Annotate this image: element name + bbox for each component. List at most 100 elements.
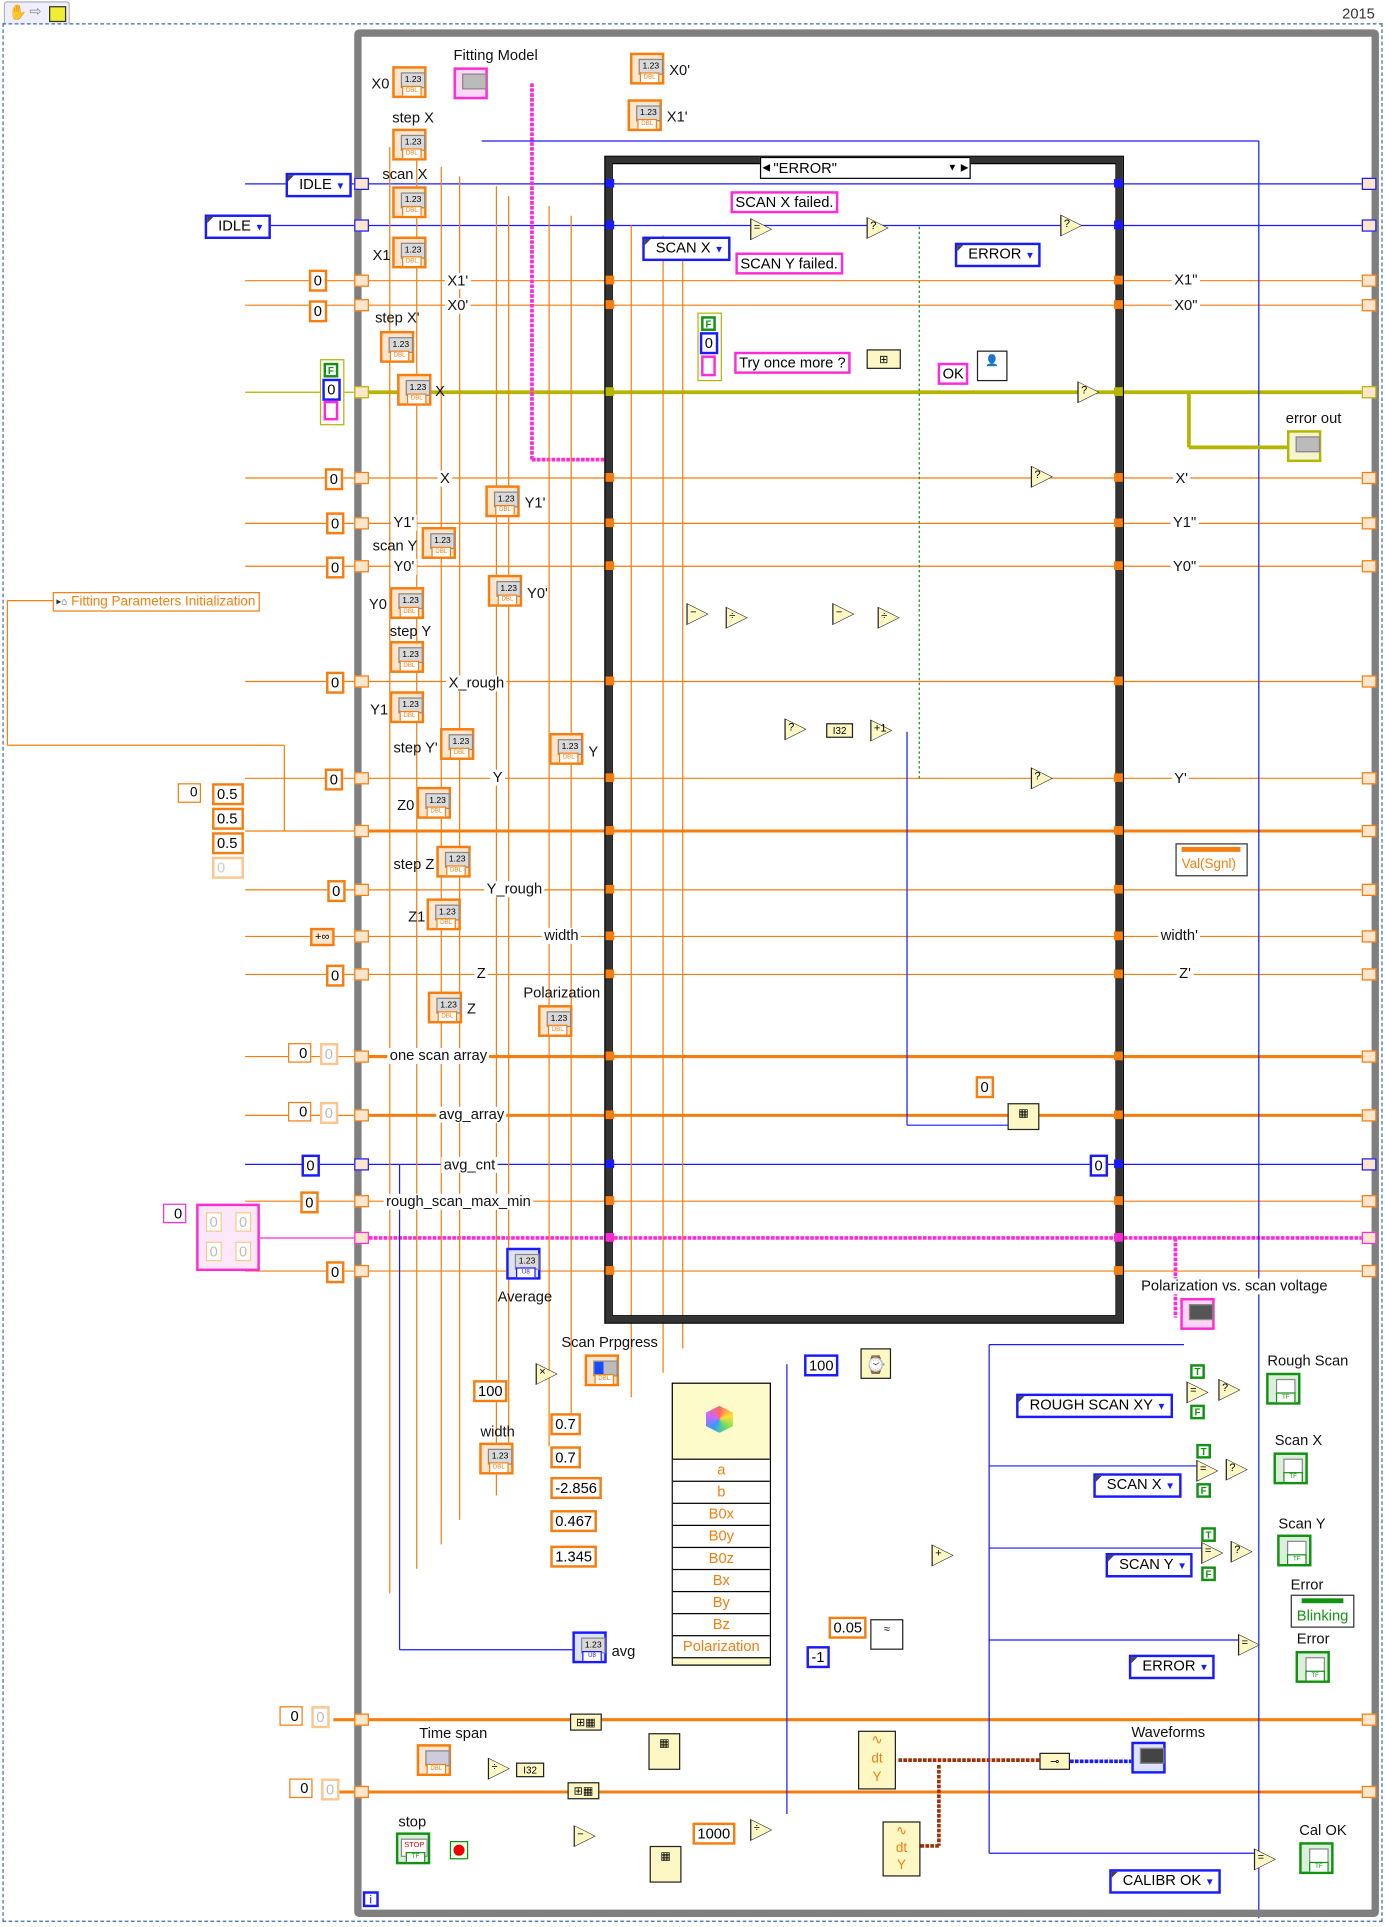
y-rough-init-const[interactable]: 0: [327, 880, 346, 903]
formula-input-4: B0z: [672, 1546, 770, 1569]
x-rough-init-const[interactable]: 0: [326, 671, 345, 694]
type-glyph: DBL: [402, 205, 422, 216]
y1p-init-const[interactable]: 0: [326, 512, 345, 535]
wire-label-avg-array: avg_array: [436, 1106, 507, 1123]
last-init-const[interactable]: 0: [326, 1261, 345, 1284]
false-const[interactable]: F: [1196, 1483, 1211, 1498]
calibr-ok-enum[interactable]: CALIBR OK ▼: [1109, 1869, 1221, 1894]
array-index[interactable]: 0: [288, 1043, 311, 1063]
element[interactable]: 0: [235, 1212, 251, 1232]
x1p-init-const[interactable]: 0: [308, 269, 327, 292]
step-x-control[interactable]: 1.23 DBL: [392, 128, 427, 161]
y0-control[interactable]: 1.23 DBL: [389, 587, 425, 619]
b-const[interactable]: 0.7: [550, 1446, 581, 1469]
chevron-down-icon[interactable]: ▼: [948, 158, 958, 178]
element[interactable]: 0: [205, 1212, 222, 1232]
b0x-const[interactable]: -2.856: [550, 1476, 602, 1500]
avg-cnt-init-const[interactable]: 0: [301, 1154, 320, 1177]
prev-case-icon[interactable]: ◀: [762, 158, 770, 178]
a-const[interactable]: 0.7: [550, 1413, 581, 1436]
true-const[interactable]: T: [1190, 1364, 1205, 1379]
array-element-4[interactable]: 0: [212, 856, 244, 879]
chevron-down-icon[interactable]: ▼: [1199, 1662, 1209, 1673]
scan-x-failed-const[interactable]: SCAN X failed.: [730, 191, 839, 214]
b0z-const[interactable]: 1.345: [550, 1545, 597, 1568]
scan-y-state-enum[interactable]: SCAN Y ▼: [1105, 1552, 1194, 1578]
index-zero-const[interactable]: 0: [975, 1076, 994, 1099]
error-state-enum[interactable]: ERROR ▼: [1128, 1654, 1215, 1680]
error-cluster-const[interactable]: F 0: [319, 359, 345, 426]
x1-control[interactable]: 1.23 DBL: [392, 236, 427, 269]
chevron-down-icon[interactable]: ▼: [1157, 1401, 1167, 1412]
scan-y-control[interactable]: 1.23 DBL: [421, 527, 456, 559]
scan-x-enum-const[interactable]: SCAN X ▼: [642, 236, 731, 262]
step-xp-control[interactable]: 1.23 DBL: [379, 330, 415, 363]
idle-enum-1[interactable]: IDLE ▼: [285, 172, 352, 198]
chevron-down-icon[interactable]: ▼: [1165, 1481, 1175, 1492]
array-element-2[interactable]: 0.5: [212, 807, 244, 830]
hundred-const[interactable]: 100: [473, 1380, 508, 1403]
step-y-control[interactable]: 1.23 DBL: [389, 641, 425, 673]
x-init-const[interactable]: 0: [324, 468, 343, 491]
ok-const[interactable]: OK: [937, 362, 969, 385]
array-element-1[interactable]: 0.5: [212, 783, 244, 806]
idle-enum-2[interactable]: IDLE ▼: [204, 214, 271, 240]
width-init-const[interactable]: +∞: [310, 927, 335, 947]
false-const[interactable]: F: [1201, 1566, 1216, 1582]
array-element[interactable]: 0: [319, 1043, 338, 1066]
fitting-parameters-init-subvi[interactable]: ▸⌂ Fitting Parameters Initialization: [52, 592, 261, 612]
chevron-down-icon[interactable]: ▼: [714, 244, 724, 255]
array-element-3[interactable]: 0.5: [212, 832, 244, 855]
array-index[interactable]: 0: [289, 1778, 313, 1799]
false-const[interactable]: F: [1190, 1404, 1205, 1420]
type-glyph: DBL: [402, 148, 422, 159]
array-index[interactable]: 0: [177, 783, 202, 803]
x0p-init-const[interactable]: 0: [308, 300, 327, 323]
ms-const[interactable]: 1000: [692, 1822, 736, 1845]
try-once-more-const[interactable]: Try once more ?: [734, 351, 851, 374]
chevron-down-icon[interactable]: ▼: [255, 222, 265, 233]
y1-control[interactable]: 1.23 DBL: [389, 691, 425, 724]
array-index[interactable]: 0: [163, 1203, 186, 1224]
scan-x-state-enum[interactable]: SCAN X ▼: [1093, 1473, 1182, 1498]
y-init-const[interactable]: 0: [324, 768, 343, 791]
stop-button[interactable]: STOP TF: [395, 1832, 431, 1865]
step-z-control[interactable]: 1.23 DBL: [436, 845, 471, 878]
noise-amplitude-const[interactable]: 0.05: [828, 1616, 868, 1639]
z1-control[interactable]: 1.23 DBL: [426, 898, 461, 931]
chevron-down-icon[interactable]: ▼: [1205, 1877, 1215, 1888]
x0-control[interactable]: 1.23 DBL: [392, 66, 427, 99]
avg-cnt-reset-const[interactable]: 0: [1089, 1154, 1108, 1177]
b0y-const[interactable]: 0.467: [550, 1510, 597, 1533]
z-init-const[interactable]: 0: [326, 964, 345, 987]
rough-scan-xy-enum[interactable]: ROUGH SCAN XY ▼: [1016, 1393, 1173, 1419]
error-enum-const[interactable]: ERROR ▼: [954, 242, 1041, 268]
average-control[interactable]: 1.23 U8: [506, 1247, 541, 1280]
z0-control[interactable]: 1.23 DBL: [416, 786, 452, 819]
array-element[interactable]: 0: [311, 1706, 330, 1729]
rough-scan-init-const[interactable]: 0: [300, 1191, 319, 1214]
true-const[interactable]: T: [1196, 1443, 1211, 1459]
chevron-down-icon[interactable]: ▼: [1025, 250, 1035, 261]
step-yp-control[interactable]: 1.23 DBL: [440, 728, 475, 760]
case-error-cluster-const[interactable]: F 0: [697, 312, 722, 382]
element[interactable]: 0: [205, 1241, 222, 1262]
case-selector[interactable]: ◀ "ERROR" ▼ ▶: [759, 156, 971, 179]
true-const[interactable]: T: [1201, 1527, 1216, 1542]
array-element[interactable]: 0: [319, 1101, 338, 1124]
scan-x-control[interactable]: 1.23 DBL: [392, 186, 427, 219]
time-span-control[interactable]: DBL: [416, 1744, 452, 1777]
array-index[interactable]: 0: [279, 1706, 303, 1726]
chevron-down-icon[interactable]: ▼: [1177, 1560, 1187, 1571]
wire-label-y0pp: Y0": [1170, 558, 1199, 575]
next-case-icon[interactable]: ▶: [961, 158, 969, 178]
element[interactable]: 0: [235, 1241, 251, 1262]
chevron-down-icon[interactable]: ▼: [335, 180, 345, 191]
scan-y-failed-const[interactable]: SCAN Y failed.: [735, 252, 843, 275]
cluster-array-const[interactable]: 0 0.5 0.5 0.5 0: [177, 781, 247, 882]
array-index[interactable]: 0: [288, 1101, 311, 1122]
seed-const[interactable]: -1: [806, 1646, 830, 1669]
array-element[interactable]: 0: [321, 1778, 340, 1801]
wait-ms-const[interactable]: 100: [804, 1354, 839, 1377]
y0p-init-const[interactable]: 0: [326, 556, 345, 579]
